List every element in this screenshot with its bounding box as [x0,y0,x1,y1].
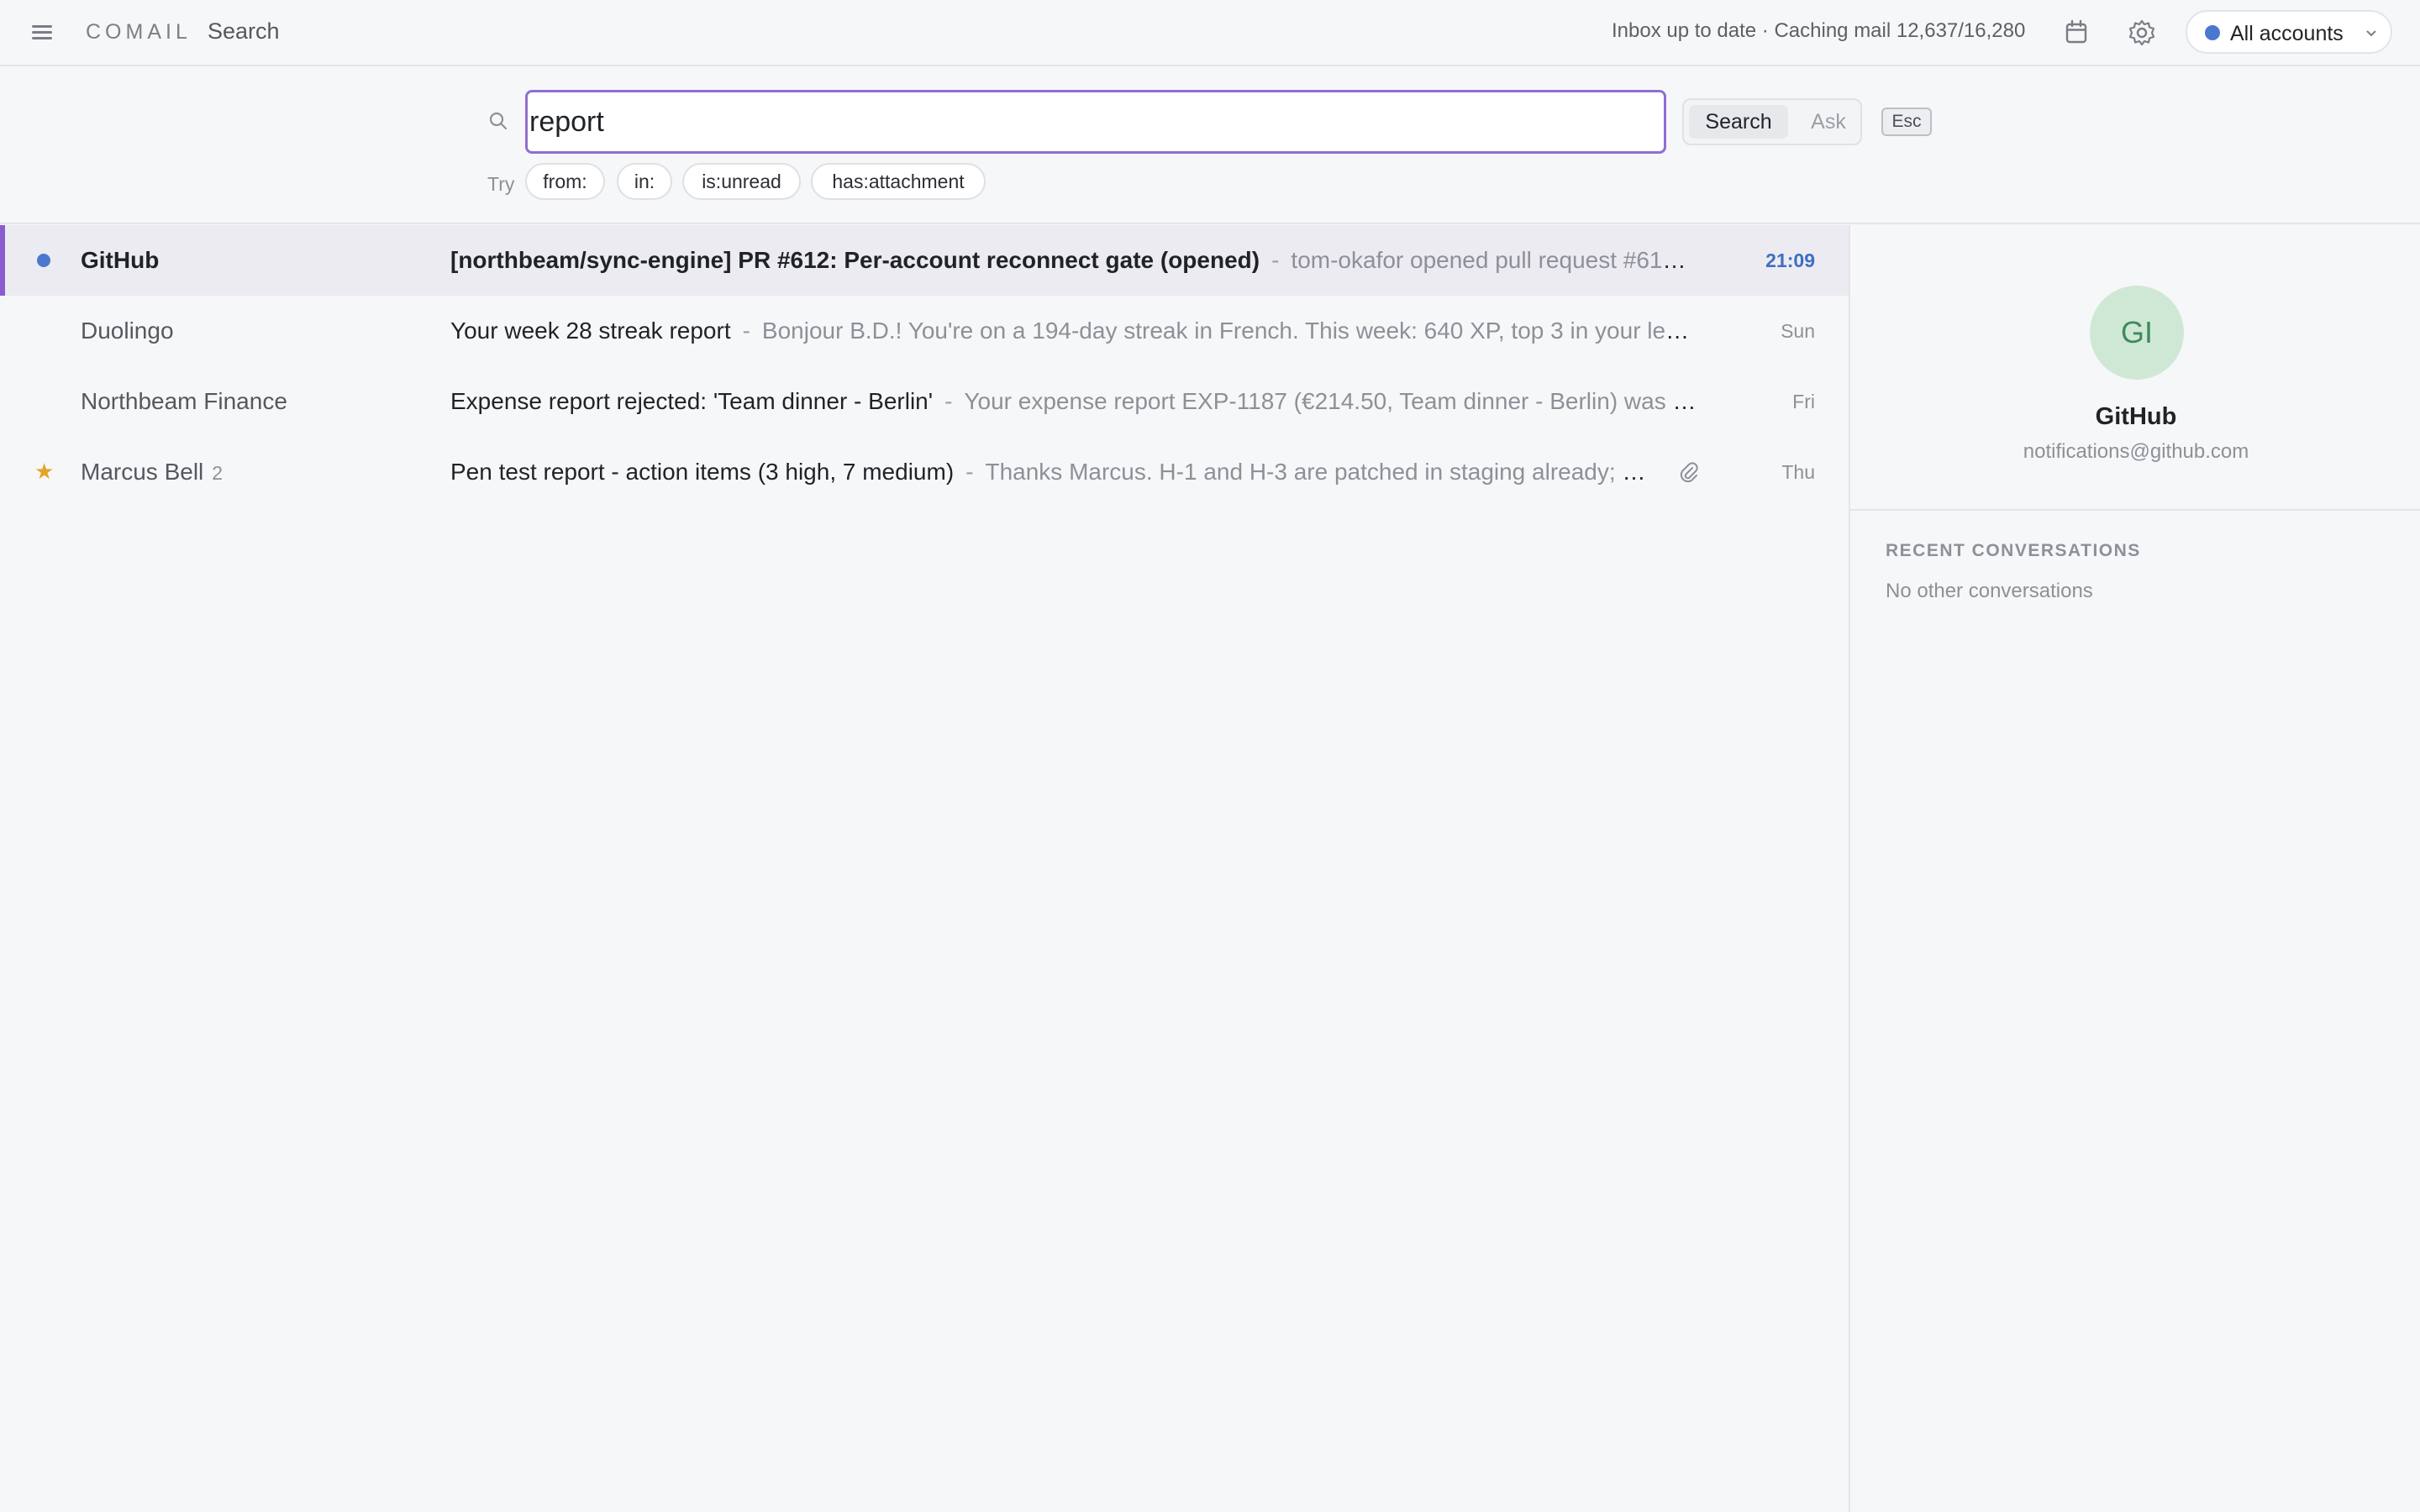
separator: - [965,459,974,485]
avatar: GI [2090,286,2184,380]
separator: - [742,318,750,344]
sender: Northbeam Finance [81,388,287,414]
divider [1850,509,2420,511]
snippet: Bonjour B.D.! You're on a 194-day streak… [761,318,1698,344]
account-color-dot [2205,25,2220,40]
contact-panel: GI GitHub notifications@github.com RECEN… [1849,225,2420,1512]
subject: Expense report rejected: 'Team dinner - … [450,388,934,414]
contact-name: GitHub [2095,403,2177,430]
search-input[interactable] [525,90,1666,154]
star-icon[interactable]: ★ [34,459,54,483]
filter-chip-unread[interactable]: is:unread [682,163,801,200]
list-item[interactable]: Northbeam Finance Expense report rejecte… [0,366,1849,437]
message-line: [northbeam/sync-engine] PR #612: Per-acc… [450,247,1698,274]
menu-icon[interactable] [30,22,55,44]
timestamp: Fri [1792,391,1815,412]
calendar-icon[interactable] [2060,17,2092,49]
snippet: Thanks Marcus. H-1 and H-3 are patched i… [985,459,1652,485]
subject: Pen test report - action items (3 high, … [450,459,955,485]
list-item[interactable]: Duolingo Your week 28 streak report - Bonj… [0,296,1849,366]
paperclip-icon [1676,460,1700,484]
separator: - [1271,247,1280,273]
message-line: Pen test report - action items (3 high, … [450,459,1652,486]
snippet: tom-okafor opened pull request #612: Add… [1291,247,1698,273]
contact-email[interactable]: notifications@github.com [1850,440,2420,464]
search-icon [487,110,509,132]
page-title: Search [208,18,280,44]
filter-chip-from[interactable]: from: [525,163,605,200]
search-area: Search Ask Esc Try from: in: is:unread h… [0,68,2420,224]
ask-mode-button[interactable]: Ask [1805,105,1852,139]
subject: Your week 28 streak report [450,318,731,344]
subject: [northbeam/sync-engine] PR #612: Per-acc… [450,247,1260,273]
chevron-down-icon [2364,25,2379,40]
separator: - [944,388,953,414]
app-brand: COMAIL [86,20,192,44]
timestamp: Sun [1781,320,1815,342]
timestamp: Thu [1781,461,1815,483]
snippet: Your expense report EXP-1187 (€214.50, T… [964,388,1698,414]
accounts-label: All accounts [2230,22,2344,45]
selected-indicator [0,225,5,296]
results-list: GitHub [northbeam/sync-engine] PR #612: … [0,225,1849,1512]
list-item[interactable]: ★ Marcus Bell 2 Pen test report - action … [0,437,1849,507]
recent-conversations-empty: No other conversations [1886,580,2093,602]
sender: Duolingo [81,318,174,344]
thread-count: 2 [212,462,224,484]
gear-icon[interactable] [2126,17,2158,49]
accounts-switcher[interactable]: All accounts [2186,10,2392,54]
message-line: Your week 28 streak report - Bonjour B.D.!… [450,318,1698,344]
try-label: Try [487,173,515,195]
esc-button[interactable]: Esc [1881,108,1932,136]
top-bar: COMAIL Search Inbox up to date · Caching… [0,0,2420,66]
sender: GitHub [81,247,160,273]
filter-chip-in[interactable]: in: [617,163,672,200]
filter-chip-attachment[interactable]: has:attachment [811,163,986,200]
search-mode-toggle: Search Ask [1682,98,1862,145]
list-item[interactable]: GitHub [northbeam/sync-engine] PR #612: … [0,225,1849,296]
search-mode-button[interactable]: Search [1689,105,1788,139]
sync-status: Inbox up to date · Caching mail 12,637/1… [1612,19,2026,42]
message-line: Expense report rejected: 'Team dinner - … [450,388,1698,415]
recent-conversations-heading: RECENT CONVERSATIONS [1886,541,2141,560]
sender: Marcus Bell 2 [81,459,224,485]
unread-dot [37,254,50,267]
timestamp: 21:09 [1765,249,1815,271]
